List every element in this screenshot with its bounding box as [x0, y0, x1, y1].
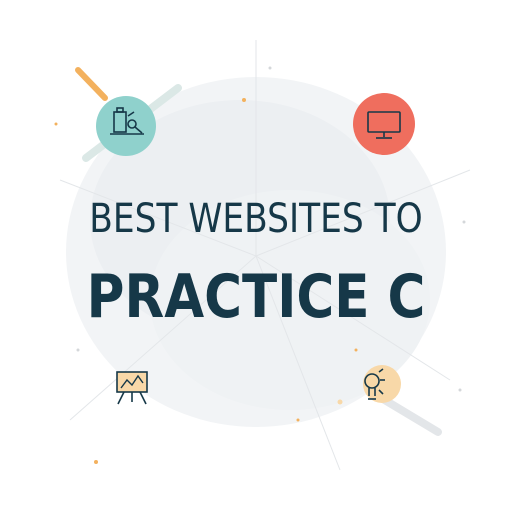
- orange-stroke: [75, 67, 108, 101]
- monitor-badge: [353, 93, 415, 155]
- lab-desk-badge: [96, 96, 156, 156]
- background-illustration: [54, 40, 471, 471]
- lightbulb-badge: [363, 365, 401, 403]
- easel-chart-icon: [116, 371, 148, 405]
